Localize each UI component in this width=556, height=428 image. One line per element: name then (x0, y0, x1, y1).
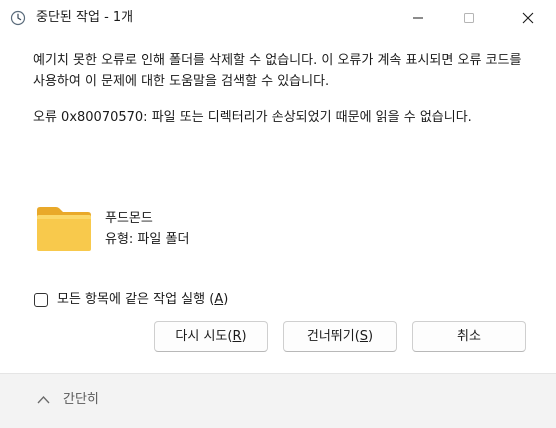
fewer-details-toggle[interactable]: 간단히 (63, 391, 99, 409)
minimize-icon (413, 17, 423, 19)
clock-icon (10, 10, 26, 26)
apply-to-all-checkbox[interactable] (34, 293, 48, 307)
error-code-text: 오류 0x80070570: 파일 또는 디렉터리가 손상되었기 때문에 읽을 … (33, 110, 472, 125)
item-type: 유형: 파일 폴더 (105, 232, 190, 247)
apply-to-all-label: 모든 항목에 같은 작업 실행 (A) (57, 292, 229, 307)
error-description: 예기치 못한 오류로 인해 폴더를 삭제할 수 없습니다. 이 오류가 계속 표… (33, 53, 522, 89)
error-message: 예기치 못한 오류로 인해 폴더를 삭제할 수 없습니다. 이 오류가 계속 표… (33, 50, 528, 128)
close-button[interactable] (505, 0, 551, 36)
minimize-button[interactable] (395, 0, 441, 36)
window-title: 중단된 작업 - 1개 (36, 10, 134, 25)
dialog-footer: 간단히 (0, 373, 556, 428)
interrupted-action-dialog: 중단된 작업 - 1개 예기치 못한 오류로 인해 폴더를 삭제할 수 없습니다… (0, 0, 556, 428)
maximize-button[interactable] (446, 0, 492, 36)
folder-icon (37, 207, 91, 251)
cancel-button[interactable]: 취소 (412, 321, 526, 352)
skip-button[interactable]: 건너뛰기(S) (283, 321, 397, 352)
apply-to-all-option[interactable]: 모든 항목에 같은 작업 실행 (A) (34, 290, 228, 310)
item-name: 푸드몬드 (105, 211, 153, 226)
chevron-up-icon[interactable] (37, 395, 50, 404)
maximize-icon (464, 13, 474, 23)
title-bar: 중단된 작업 - 1개 (0, 0, 556, 36)
close-icon (522, 12, 534, 24)
retry-button[interactable]: 다시 시도(R) (154, 321, 268, 352)
affected-item: 푸드몬드 유형: 파일 폴더 (36, 206, 336, 254)
